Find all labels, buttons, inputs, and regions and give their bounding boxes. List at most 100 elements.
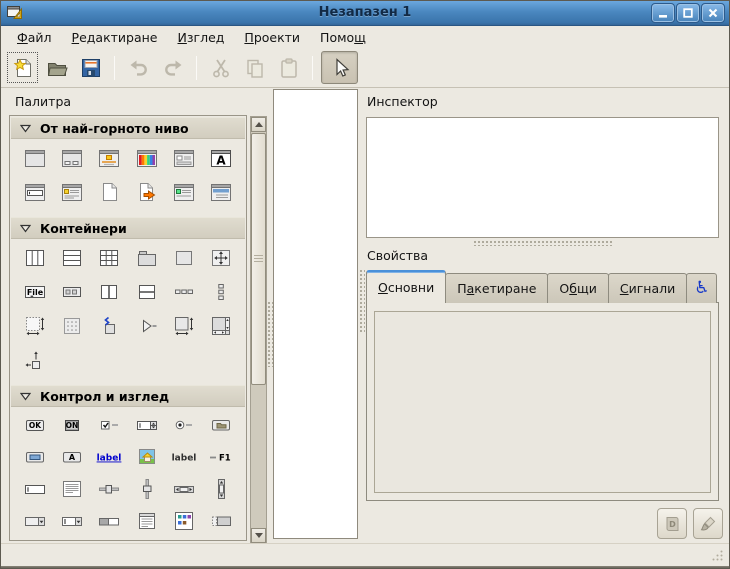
tab-signals[interactable]: Сигнали: [608, 273, 687, 303]
palette-item-drawing-area[interactable]: [58, 312, 86, 340]
menu-view[interactable]: Изглед: [168, 28, 235, 47]
palette-item-message-dialog[interactable]: [95, 144, 123, 172]
palette-item-app-window[interactable]: [207, 178, 235, 206]
scroll-down-button[interactable]: [251, 528, 266, 543]
hbox-icon: [23, 246, 47, 270]
svg-text:File: File: [26, 288, 43, 297]
palette-item-file-chooser-button[interactable]: [207, 411, 235, 439]
palette-section-toplevel[interactable]: От най-горното ниво: [11, 117, 245, 139]
tab-accessibility[interactable]: ♿: [686, 273, 717, 303]
maximize-button[interactable]: [677, 4, 699, 22]
palette-item-vbutton-box[interactable]: [207, 278, 235, 306]
save-button[interactable]: [75, 52, 106, 83]
palette-item-toolbar[interactable]: [58, 278, 86, 306]
svg-text:A: A: [69, 453, 76, 462]
palette-item-dialog[interactable]: [58, 144, 86, 172]
palette-section-controls[interactable]: Контрол и изглед: [11, 385, 245, 407]
palette-item-menu-bar[interactable]: File: [21, 278, 49, 306]
menu-help[interactable]: Помощ: [310, 28, 376, 47]
palette-item-accel-label[interactable]: F1: [207, 443, 235, 471]
copy-button: [239, 52, 270, 83]
svg-text:A: A: [217, 154, 227, 168]
palette-item-button[interactable]: OK: [21, 411, 49, 439]
palette-item-check-button[interactable]: [95, 411, 123, 439]
undo-button: [123, 52, 154, 83]
palette-item-font-button[interactable]: A: [58, 443, 86, 471]
palette-item-image[interactable]: [133, 443, 161, 471]
palette-item-alignment[interactable]: [21, 346, 49, 374]
resize-grip[interactable]: [711, 549, 724, 562]
palette-item-hpaned[interactable]: [95, 278, 123, 306]
palette-item-file-chooser-dialog[interactable]: [170, 144, 198, 172]
palette-section-containers[interactable]: Контейнери: [11, 217, 245, 239]
palette-item-vbox[interactable]: [58, 244, 86, 272]
palette-item-handle-box[interactable]: [95, 312, 123, 340]
palette-item-about-dialog[interactable]: [58, 178, 86, 206]
palette-item-horizontal-scrollbar[interactable]: [170, 475, 198, 503]
palette-item-vertical-scrollbar[interactable]: [207, 475, 235, 503]
statusbar: [1, 543, 729, 566]
palette-item-radio-button[interactable]: [170, 411, 198, 439]
palette-item-color-selection-dialog[interactable]: [133, 144, 161, 172]
palette-item-hbutton-box[interactable]: [170, 278, 198, 306]
palette-item-link-button[interactable]: label: [95, 443, 123, 471]
palette-item-toggle-button[interactable]: ON: [58, 411, 86, 439]
palette-item-layout[interactable]: [207, 312, 235, 340]
inspector-resize-handle[interactable]: [473, 240, 613, 246]
palette-scrollbar[interactable]: [250, 116, 267, 544]
palette-item-window[interactable]: [21, 144, 49, 172]
palette-item-spin-button[interactable]: [133, 411, 161, 439]
menu-projects[interactable]: Проекти: [234, 28, 310, 47]
minimize-button[interactable]: [652, 4, 674, 22]
selector-button[interactable]: [321, 51, 358, 84]
inspector-view[interactable]: [366, 117, 719, 238]
palette-item-clipped-1[interactable]: [21, 539, 49, 541]
palette-item-expander[interactable]: [133, 312, 161, 340]
palette-item-vpaned[interactable]: [133, 278, 161, 306]
workspace-pane-resize-handle[interactable]: [359, 269, 365, 333]
palette-item-horizontal-scale[interactable]: [95, 475, 123, 503]
palette-item-clipped-2[interactable]: [58, 539, 86, 541]
edit-button[interactable]: [693, 508, 723, 539]
palette-item-label[interactable]: label: [170, 443, 198, 471]
palette-item-text-view[interactable]: [58, 475, 86, 503]
color-selection-dialog-icon: [135, 146, 159, 170]
new-button[interactable]: [7, 52, 38, 83]
window-icon: [23, 146, 47, 170]
open-button[interactable]: [41, 52, 72, 83]
palette-item-recent-chooser-dialog[interactable]: [95, 178, 123, 206]
titlebar[interactable]: Незапазен 1: [1, 1, 729, 26]
palette-item-entry[interactable]: [21, 475, 49, 503]
palette-item-fixed[interactable]: [207, 244, 235, 272]
palette-item-cell-view[interactable]: [207, 507, 235, 535]
devhelp-button[interactable]: D: [657, 508, 687, 539]
design-canvas[interactable]: [273, 89, 358, 539]
palette-item-viewport[interactable]: [21, 312, 49, 340]
scrollbar-thumb[interactable]: [251, 133, 266, 385]
palette-item-scrolled-window[interactable]: [170, 312, 198, 340]
palette-item-vertical-scale[interactable]: [133, 475, 161, 503]
palette-item-notebook[interactable]: [133, 244, 161, 272]
palette-item-assistant[interactable]: [133, 178, 161, 206]
palette-item-combo-box[interactable]: [21, 507, 49, 535]
menu-edit[interactable]: Редактиране: [62, 28, 168, 47]
palette-item-progress-bar[interactable]: [95, 507, 123, 535]
palette-item-font-selection-dialog[interactable]: A: [207, 144, 235, 172]
scroll-up-button[interactable]: [251, 117, 266, 132]
palette-item-page-setup-dialog[interactable]: [170, 178, 198, 206]
palette-item-tree-view[interactable]: [133, 507, 161, 535]
tab-general[interactable]: Основни: [366, 270, 446, 303]
palette-item-combo-box-entry[interactable]: [58, 507, 86, 535]
palette-item-input-dialog[interactable]: [21, 178, 49, 206]
accel-label-icon: F1: [208, 445, 234, 469]
menu-file[interactable]: Файл: [7, 28, 62, 47]
palette-item-frame[interactable]: [170, 244, 198, 272]
tab-common[interactable]: Общи: [547, 273, 608, 303]
palette-item-table[interactable]: [95, 244, 123, 272]
palette-item-icon-view[interactable]: [170, 507, 198, 535]
palette-item-clipped-3[interactable]: [133, 539, 161, 541]
tab-packing[interactable]: Пакетиране: [445, 273, 548, 303]
palette-item-color-button[interactable]: [21, 443, 49, 471]
close-button[interactable]: [702, 4, 724, 22]
palette-item-hbox[interactable]: [21, 244, 49, 272]
